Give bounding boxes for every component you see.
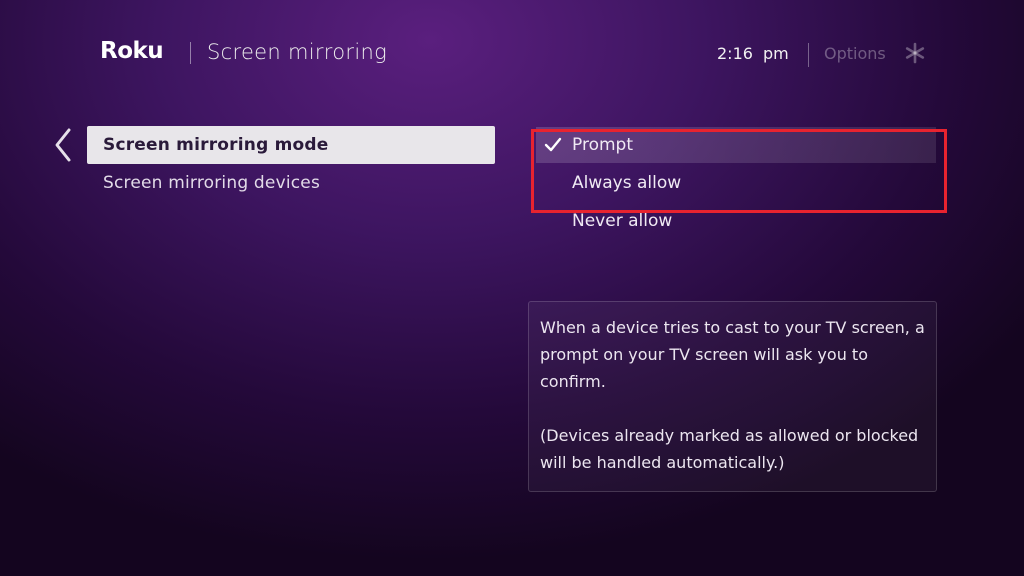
page-title: Screen mirroring	[207, 40, 387, 64]
clock-ampm: pm	[762, 44, 789, 63]
help-panel: When a device tries to cast to your TV s…	[528, 301, 937, 492]
sidebar-item-screen-mirroring-devices[interactable]: Screen mirroring devices	[87, 164, 495, 202]
checkmark-icon	[544, 137, 562, 152]
option-always-allow[interactable]: Always allow	[536, 165, 936, 201]
header: Roku Screen mirroring 2:16 pm Options	[0, 0, 1024, 110]
option-never-allow[interactable]: Never allow	[536, 203, 936, 239]
clock-time: 2:16	[717, 44, 753, 63]
options-label[interactable]: Options	[824, 44, 886, 63]
sidebar-item-label: Screen mirroring devices	[103, 173, 321, 193]
chevron-left-icon[interactable]	[52, 127, 74, 163]
option-label: Always allow	[572, 173, 682, 193]
asterisk-icon[interactable]	[904, 42, 926, 64]
clock: 2:16 pm	[717, 44, 789, 63]
help-note: (Devices already marked as allowed or bl…	[540, 426, 919, 472]
sidebar-item-label: Screen mirroring mode	[103, 135, 329, 155]
option-label: Never allow	[572, 211, 673, 231]
option-label: Prompt	[572, 135, 633, 155]
options-divider	[808, 43, 809, 67]
title-divider	[190, 42, 191, 64]
help-text: When a device tries to cast to your TV s…	[540, 318, 925, 391]
sidebar-item-screen-mirroring-mode[interactable]: Screen mirroring mode	[87, 126, 495, 164]
option-prompt[interactable]: Prompt	[536, 127, 936, 163]
roku-logo: Roku	[100, 38, 164, 64]
